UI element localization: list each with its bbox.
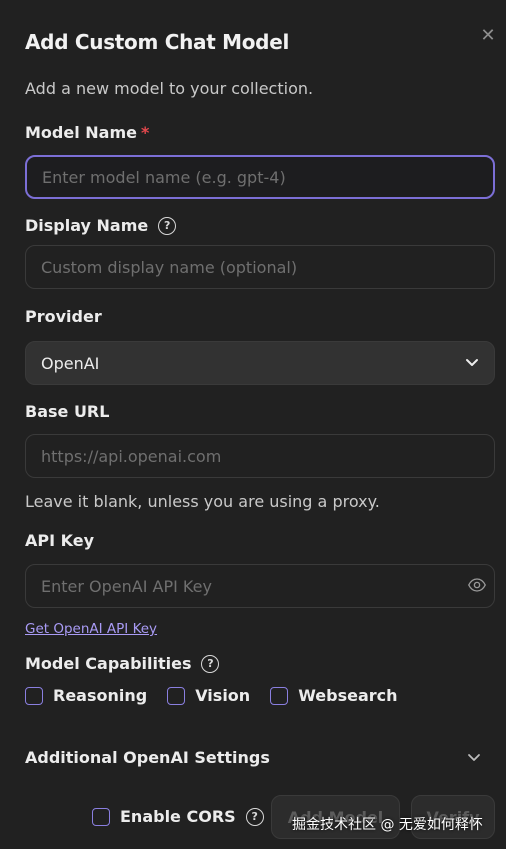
capability-vision[interactable]: Vision	[167, 686, 250, 705]
websearch-checkbox[interactable]	[270, 686, 289, 705]
model-capabilities-label-text: Model Capabilities	[25, 654, 192, 673]
websearch-label: Websearch	[298, 686, 398, 705]
reasoning-label: Reasoning	[53, 686, 148, 705]
model-name-label-text: Model Name	[25, 123, 137, 142]
dialog-title: Add Custom Chat Model	[25, 30, 290, 54]
additional-settings-label: Additional OpenAI Settings	[25, 748, 270, 767]
model-capabilities-label: Model Capabilities ?	[25, 654, 220, 673]
help-circle-icon[interactable]: ?	[245, 807, 264, 826]
model-name-input[interactable]	[25, 155, 495, 199]
provider-label: Provider	[25, 307, 102, 326]
api-key-input[interactable]	[25, 564, 495, 608]
api-key-label: API Key	[25, 531, 94, 550]
chevron-down-icon	[468, 753, 480, 761]
help-circle-icon[interactable]: ?	[201, 654, 220, 673]
api-key-label-text: API Key	[25, 531, 95, 550]
capability-reasoning[interactable]: Reasoning	[25, 686, 147, 705]
capability-websearch[interactable]: Websearch	[270, 686, 398, 705]
display-name-input[interactable]	[25, 245, 495, 289]
enable-cors-checkbox[interactable]	[92, 807, 110, 826]
provider-label-text: Provider	[25, 307, 102, 326]
help-circle-icon[interactable]: ?	[158, 216, 177, 235]
add-custom-chat-model-dialog: Add Custom Chat Model ✕ Add a new model …	[0, 0, 506, 849]
additional-settings-toggle[interactable]: Additional OpenAI Settings	[25, 748, 495, 767]
capabilities-options: Reasoning Vision Websearch	[25, 686, 398, 705]
base-url-hint: Leave it blank, unless you are using a p…	[25, 492, 380, 511]
enable-cors-label: Enable CORS	[120, 807, 236, 826]
watermark: 掘金技术社区 @ 无爱如何释怀	[292, 817, 483, 833]
base-url-label: Base URL	[25, 402, 109, 421]
display-name-label-text: Display Name	[25, 216, 149, 235]
provider-select[interactable]: OpenAI	[25, 341, 495, 385]
chevron-down-icon	[466, 359, 478, 366]
reasoning-checkbox[interactable]	[25, 686, 43, 705]
eye-icon[interactable]	[468, 578, 486, 592]
enable-cors-toggle[interactable]: Enable CORS ?	[92, 807, 264, 826]
get-api-key-link[interactable]: Get OpenAI API Key	[25, 621, 157, 637]
dialog-subtitle: Add a new model to your collection.	[25, 79, 314, 98]
provider-selected-value: OpenAI	[41, 353, 100, 373]
vision-label: Vision	[195, 686, 251, 705]
close-icon[interactable]: ✕	[480, 27, 496, 45]
base-url-label-text: Base URL	[25, 402, 110, 421]
base-url-input[interactable]	[25, 434, 495, 478]
model-name-label: Model Name *	[25, 123, 149, 142]
required-mark: *	[140, 123, 150, 142]
vision-checkbox[interactable]	[167, 686, 186, 705]
display-name-label: Display Name ?	[25, 216, 177, 235]
